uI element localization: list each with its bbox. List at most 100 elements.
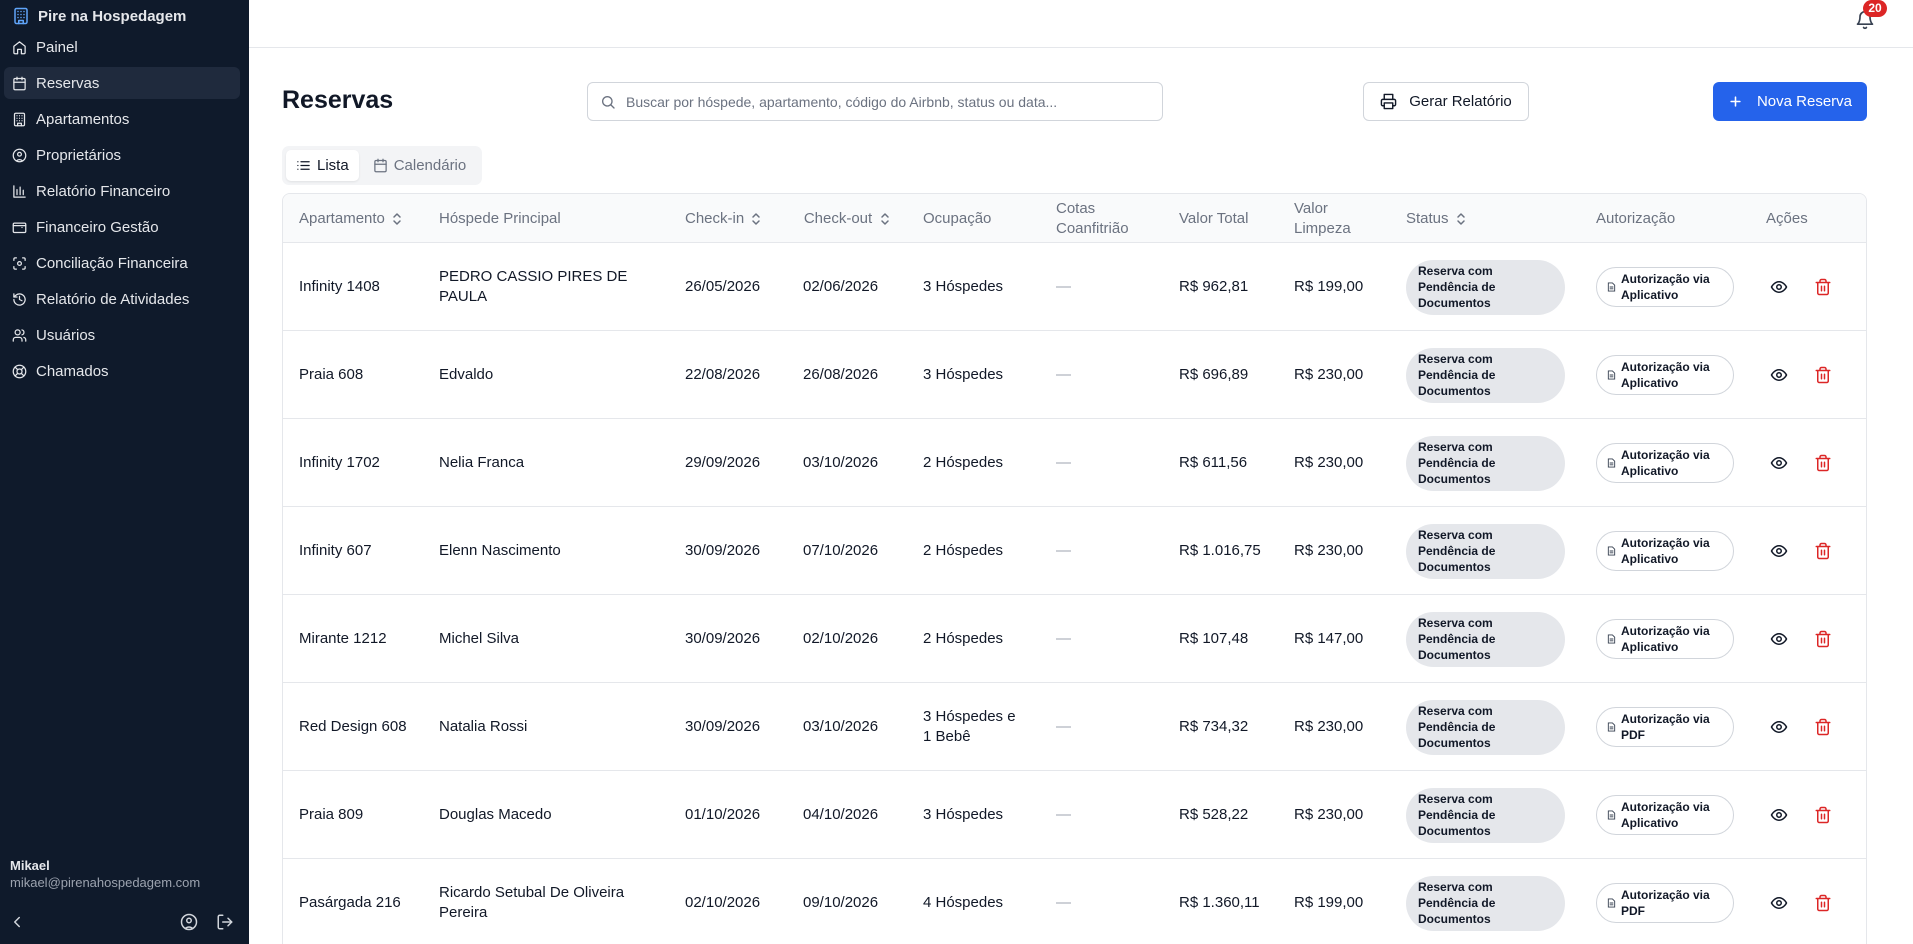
trash-icon[interactable] bbox=[1814, 718, 1832, 736]
generate-report-button[interactable]: Gerar Relatório bbox=[1363, 82, 1529, 121]
tab-list-label: Lista bbox=[317, 157, 349, 174]
table-row[interactable]: Praia 809 Douglas Macedo 01/10/2026 04/10/2… bbox=[283, 771, 1866, 859]
table-row[interactable]: Mirante 1212 Michel Silva 30/09/2026 02/10/… bbox=[283, 595, 1866, 683]
chevron-left-icon[interactable] bbox=[8, 913, 26, 931]
cell: Reserva com Pendência de Documentos bbox=[1406, 331, 1581, 419]
sort-icon[interactable] bbox=[750, 212, 762, 226]
table-row[interactable]: Praia 608 Edvaldo 22/08/2026 26/08/2026 3 Hó… bbox=[283, 331, 1866, 419]
cell-checkin: 30/09/2026 bbox=[685, 630, 761, 647]
eye-icon[interactable] bbox=[1770, 630, 1788, 648]
sort-icon[interactable] bbox=[391, 212, 403, 226]
cell-occupancy: 3 Hóspedes bbox=[923, 278, 1004, 295]
trash-icon[interactable] bbox=[1814, 366, 1832, 384]
cell bbox=[1766, 595, 1856, 683]
authorization-badge[interactable]: Autorização via Aplicativo bbox=[1596, 795, 1734, 835]
cell: R$ 230,00 bbox=[1294, 419, 1394, 507]
cell-cleaning: R$ 230,00 bbox=[1294, 806, 1364, 823]
sidebar-item-chamados[interactable]: Chamados bbox=[4, 355, 240, 387]
sidebar-item-proprietários[interactable]: Proprietários bbox=[4, 139, 240, 171]
column-header-checkout[interactable]: Check-out bbox=[803, 194, 913, 243]
search-box[interactable] bbox=[587, 82, 1163, 121]
cell-checkin: 29/09/2026 bbox=[685, 454, 761, 471]
eye-icon[interactable] bbox=[1770, 454, 1788, 472]
cell: Autorização via Aplicativo bbox=[1596, 507, 1746, 595]
sidebar-item-painel[interactable]: Painel bbox=[4, 31, 240, 63]
view-tabs: Lista Calendário bbox=[282, 146, 482, 185]
authorization-badge[interactable]: Autorização via PDF bbox=[1596, 883, 1734, 923]
table-row[interactable]: Pasárgada 216 Ricardo Setubal De Oliveira… bbox=[283, 859, 1866, 944]
eye-icon[interactable] bbox=[1770, 806, 1788, 824]
cell-cohost: — bbox=[1056, 542, 1071, 559]
trash-icon[interactable] bbox=[1814, 630, 1832, 648]
file-icon bbox=[1607, 634, 1616, 644]
sidebar-item-label: Relatório de Atividades bbox=[36, 290, 190, 308]
table-row[interactable]: Infinity 1408 PEDRO CASSIO PIRES DE PAULA… bbox=[283, 243, 1866, 331]
trash-icon[interactable] bbox=[1814, 894, 1832, 912]
tab-calendar[interactable]: Calendário bbox=[363, 150, 477, 181]
authorization-badge[interactable]: Autorização via Aplicativo bbox=[1596, 355, 1734, 395]
sidebar-item-relatório-financeiro[interactable]: Relatório Financeiro bbox=[4, 175, 240, 207]
table-row[interactable]: Infinity 1702 Nelia Franca 29/09/2026 03/10… bbox=[283, 419, 1866, 507]
sort-icon[interactable] bbox=[879, 212, 891, 226]
tab-list[interactable]: Lista bbox=[286, 150, 359, 181]
eye-icon[interactable] bbox=[1770, 542, 1788, 560]
eye-icon[interactable] bbox=[1770, 894, 1788, 912]
printer-icon bbox=[1380, 93, 1397, 110]
table-row[interactable]: Infinity 607 Elenn Nascimento 30/09/2026 07… bbox=[283, 507, 1866, 595]
column-header-checkin[interactable]: Check-in bbox=[685, 194, 795, 243]
file-icon bbox=[1607, 722, 1616, 732]
brand[interactable]: Pire na Hospedagem bbox=[12, 7, 186, 25]
cell-checkin: 02/10/2026 bbox=[685, 894, 761, 911]
cell-total: R$ 734,32 bbox=[1179, 718, 1249, 735]
sidebar-item-financeiro-gestão[interactable]: Financeiro Gestão bbox=[4, 211, 240, 243]
cell: — bbox=[1056, 419, 1156, 507]
column-header-label: Status bbox=[1406, 209, 1449, 227]
list-icon bbox=[297, 161, 310, 170]
cell-cleaning: R$ 199,00 bbox=[1294, 278, 1364, 295]
cell: R$ 230,00 bbox=[1294, 331, 1394, 419]
cell-guest: Elenn Nascimento bbox=[439, 542, 561, 559]
trash-icon[interactable] bbox=[1814, 278, 1832, 296]
sidebar-item-label: Conciliação Financeira bbox=[36, 254, 188, 272]
sidebar-item-usuários[interactable]: Usuários bbox=[4, 319, 240, 351]
eye-icon[interactable] bbox=[1770, 718, 1788, 736]
column-header-apartment[interactable]: Apartamento bbox=[299, 194, 429, 243]
cell: Elenn Nascimento bbox=[439, 507, 669, 595]
logout-icon[interactable] bbox=[216, 913, 234, 931]
cell-apartment: Infinity 607 bbox=[299, 542, 372, 559]
cell: — bbox=[1056, 331, 1156, 419]
authorization-badge[interactable]: Autorização via Aplicativo bbox=[1596, 619, 1734, 659]
authorization-badge[interactable]: Autorização via Aplicativo bbox=[1596, 267, 1734, 307]
cell: R$ 528,22 bbox=[1179, 771, 1284, 859]
cell: — bbox=[1056, 859, 1156, 944]
trash-icon[interactable] bbox=[1814, 542, 1832, 560]
new-reservation-button[interactable]: Nova Reserva bbox=[1713, 82, 1867, 121]
eye-icon[interactable] bbox=[1770, 278, 1788, 296]
cell: Reserva com Pendência de Documentos bbox=[1406, 683, 1581, 771]
authorization-badge[interactable]: Autorização via PDF bbox=[1596, 707, 1734, 747]
authorization-badge[interactable]: Autorização via Aplicativo bbox=[1596, 443, 1734, 483]
cell: — bbox=[1056, 507, 1156, 595]
search-input[interactable] bbox=[626, 93, 1146, 110]
status-badge: Reserva com Pendência de Documentos bbox=[1406, 875, 1565, 931]
cell-apartment: Infinity 1408 bbox=[299, 278, 380, 295]
status-badge: Reserva com Pendência de Documentos bbox=[1406, 259, 1565, 315]
trash-icon[interactable] bbox=[1814, 454, 1832, 472]
user-profile-icon[interactable] bbox=[180, 913, 198, 931]
sort-icon[interactable] bbox=[1455, 212, 1467, 226]
cell: 07/10/2026 bbox=[803, 507, 913, 595]
cell-cohost: — bbox=[1056, 366, 1071, 383]
sidebar-item-relatório-de-atividades[interactable]: Relatório de Atividades bbox=[4, 283, 240, 315]
cell-cleaning: R$ 230,00 bbox=[1294, 542, 1364, 559]
trash-icon[interactable] bbox=[1814, 806, 1832, 824]
sidebar-item-reservas[interactable]: Reservas bbox=[4, 67, 240, 99]
sidebar-item-conciliação-financeira[interactable]: Conciliação Financeira bbox=[4, 247, 240, 279]
sidebar-item-apartamentos[interactable]: Apartamentos bbox=[4, 103, 240, 135]
cell: — bbox=[1056, 771, 1156, 859]
column-header-status[interactable]: Status bbox=[1406, 194, 1586, 243]
authorization-badge[interactable]: Autorização via Aplicativo bbox=[1596, 531, 1734, 571]
authorization-label: Autorização via Aplicativo bbox=[1621, 536, 1710, 566]
eye-icon[interactable] bbox=[1770, 366, 1788, 384]
table-row[interactable]: Red Design 608 Natalia Rossi 30/09/2026 03/… bbox=[283, 683, 1866, 771]
status-badge: Reserva com Pendência de Documentos bbox=[1406, 523, 1565, 579]
